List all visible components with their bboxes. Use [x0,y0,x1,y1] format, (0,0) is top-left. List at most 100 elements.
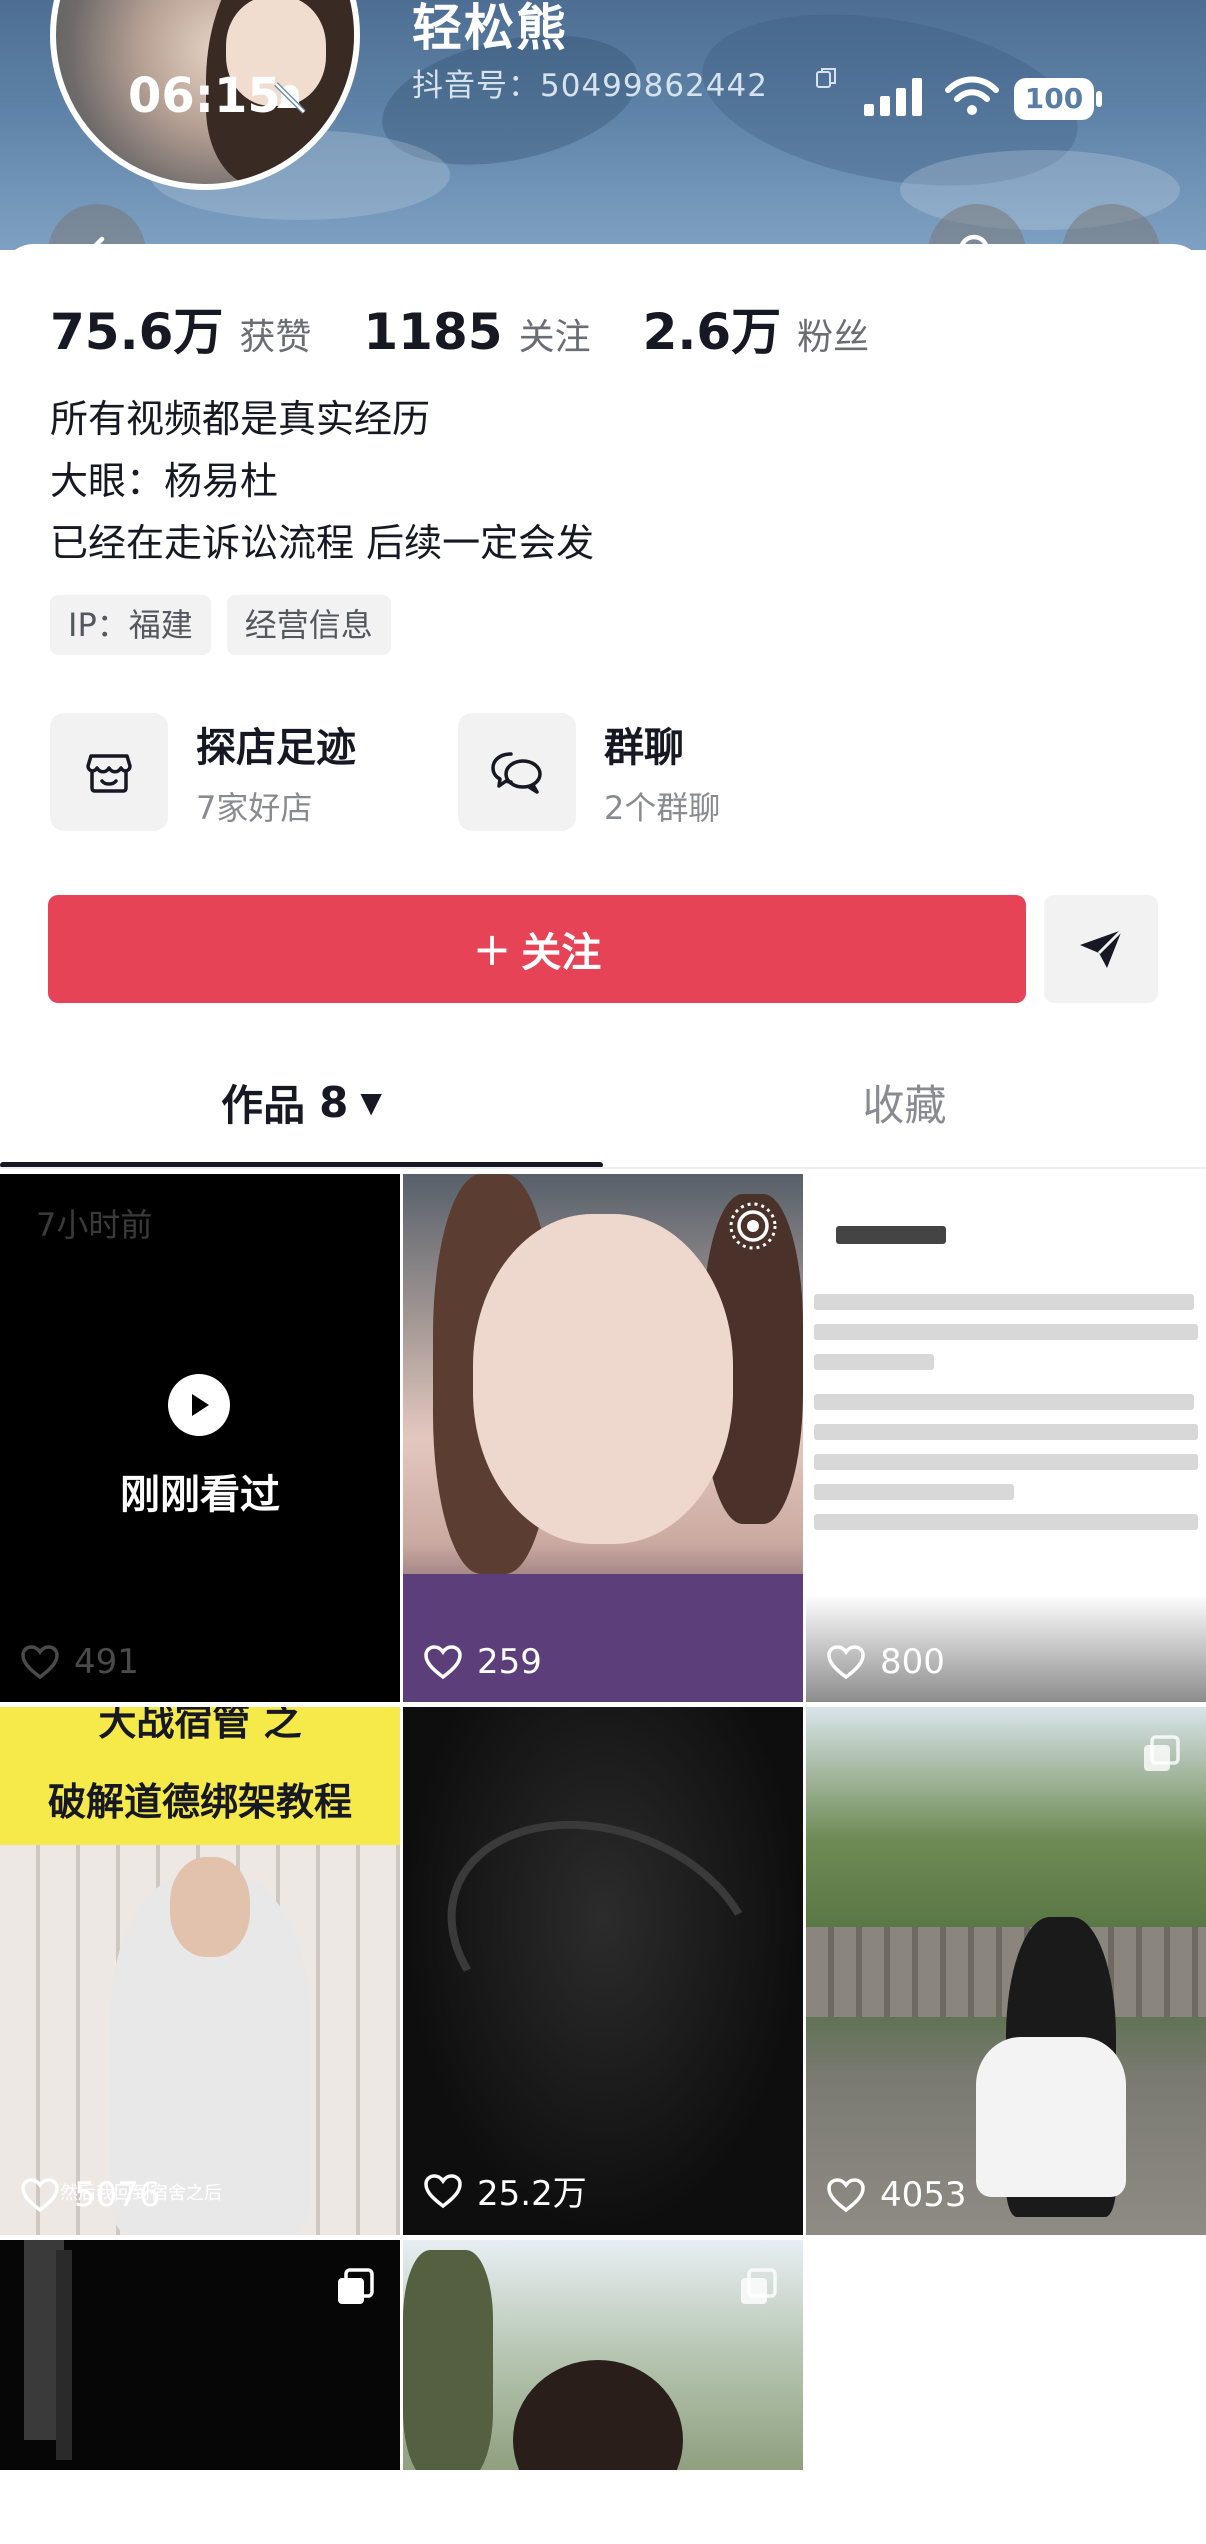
battery-percent: 100 [1024,82,1084,115]
wifi-icon [945,76,999,115]
thumbnail-shape [814,1394,1194,1410]
shortcut-subtitle: 7家好店 [196,789,313,827]
like-count: 491 [20,1642,139,1682]
like-count-value: 259 [477,1642,542,1682]
video-title-banner: 大战宿管 之 破解道德绑架教程 [0,1707,400,1845]
empty-tile [806,2240,1206,2470]
thumbnail-shape [814,1484,1014,1500]
tab-favorites-label: 收藏 [862,1080,947,1130]
video-tile[interactable]: 25.2万 [403,1707,803,2235]
shortcut-subtitle: 2个群聊 [604,789,721,827]
heart-icon [827,1645,865,1680]
thumbnail-shape [56,2250,72,2460]
thumbnail-shape [814,1294,1194,1310]
signal-icon [864,78,922,116]
tab-divider [0,1167,1206,1169]
like-count-value: 5076 [74,2175,161,2215]
share-button[interactable] [1044,895,1158,1003]
paper-plane-icon [1080,928,1124,968]
tab-favorites[interactable]: 收藏 [603,1047,1206,1157]
play-icon [168,1374,230,1436]
following-label: 关注 [518,317,591,358]
followers-count[interactable]: 2.6万 [643,292,782,364]
video-tile[interactable]: 259 [403,1174,803,1702]
group-chat-shortcut[interactable]: 群聊 2个群聊 [458,713,720,831]
content-tabs: 作品 8 ▼ 收藏 [0,1047,1206,1167]
shortcut-title: 探店足迹 [196,725,356,771]
mute-bell-icon [274,82,306,114]
video-tile[interactable]: 4053 [806,1707,1206,2235]
tab-works-label: 作品 [221,1080,306,1130]
heart-icon [424,2173,462,2208]
video-tile[interactable]: 800 [806,1174,1206,1702]
ip-location-tag: IP：福建 [50,595,211,655]
business-info-tag[interactable]: 经营信息 [226,595,391,655]
douyin-id: 抖音号：50499862442 [412,68,768,104]
thumbnail-shape [814,1324,1198,1340]
thumbnail-shape [413,1779,793,2105]
thumbnail-shape [976,2037,1126,2197]
multi-image-icon [338,2268,374,2304]
live-photo-icon [729,1202,777,1250]
video-tile[interactable]: 大战宿管 之 破解道德绑架教程 然后我回到宿舍之后 5076 [0,1707,400,2235]
like-count: 800 [826,1642,945,1682]
like-count: 5076 [20,2175,161,2215]
like-count: 25.2万 [423,2166,587,2215]
recently-watched-label: 刚刚看过 [120,1472,280,1518]
profile-stats: 75.6万 获赞 1185 关注 2.6万 粉丝 [50,292,921,364]
heart-icon [21,2178,59,2213]
like-count-value: 491 [74,1642,139,1682]
thumbnail-shape [170,1857,250,1957]
follow-label: 关注 [521,930,602,976]
video-title-line: 破解道德绑架教程 [47,1780,352,1824]
heart-icon [21,1645,59,1680]
video-tile[interactable] [403,2240,803,2470]
profile-banner: 轻松熊 抖音号：50499862442 06:15 100 [0,0,1206,250]
tab-works[interactable]: 作品 8 ▼ [0,1047,603,1157]
bio-line: 所有视频都是真实经历 [50,397,431,441]
thumbnail-shape [814,1514,1198,1530]
video-tile[interactable] [0,2240,400,2470]
bio-line: 大眼：杨易杜 [50,459,279,503]
follow-button[interactable]: + 关注 [48,895,1026,1003]
likes-count[interactable]: 75.6万 [50,292,223,364]
like-count-value: 800 [880,1642,945,1682]
following-count[interactable]: 1185 [363,303,502,361]
thumbnail-shape [814,1454,1198,1470]
multi-image-icon [1144,1735,1180,1771]
thumbnail-shape [473,1214,733,1544]
thumbnail-shape [814,1354,934,1370]
status-time: 06:15 [128,68,281,124]
profile-tags: IP：福建 经营信息 [50,595,407,655]
battery-indicator: 100 [1014,78,1104,120]
like-count: 4053 [826,2175,967,2215]
thumbnail-shape [806,1927,1206,2017]
thumbnail-shape [814,1424,1198,1440]
multi-image-icon [741,2268,777,2304]
video-tile[interactable]: 7小时前 刚刚看过 491 [0,1174,400,1702]
profile-bio: 所有视频都是真实经历 大眼：杨易杜 已经在走诉讼流程 后续一定会发 [50,388,594,574]
thumbnail-shape [513,2360,683,2470]
like-count-value: 4053 [880,2175,967,2215]
thumbnail-shape [403,2250,493,2470]
caret-down-icon: ▼ [360,1085,382,1119]
likes-label: 获赞 [239,317,312,358]
copy-icon[interactable] [814,66,838,90]
followers-label: 粉丝 [797,317,870,358]
heart-icon [827,2178,865,2213]
video-title-line: 大战宿管 之 [98,1707,302,1744]
tab-works-count: 8 [319,1077,349,1127]
heart-icon [424,1645,462,1680]
shop-visits-shortcut[interactable]: 探店足迹 7家好店 [50,713,356,831]
bio-line: 已经在走诉讼流程 后续一定会发 [50,521,595,565]
chat-bubbles-icon [458,713,576,831]
thumbnail-shape [403,1574,803,1702]
thumbnail-shape [836,1226,946,1244]
recent-time: 7小时前 [36,1206,153,1244]
like-count: 259 [423,1642,542,1682]
like-count-value: 25.2万 [477,2174,587,2214]
username: 轻松熊 [412,0,568,57]
plus-icon: + [472,922,512,976]
shortcut-title: 群聊 [604,725,684,771]
store-icon [50,713,168,831]
